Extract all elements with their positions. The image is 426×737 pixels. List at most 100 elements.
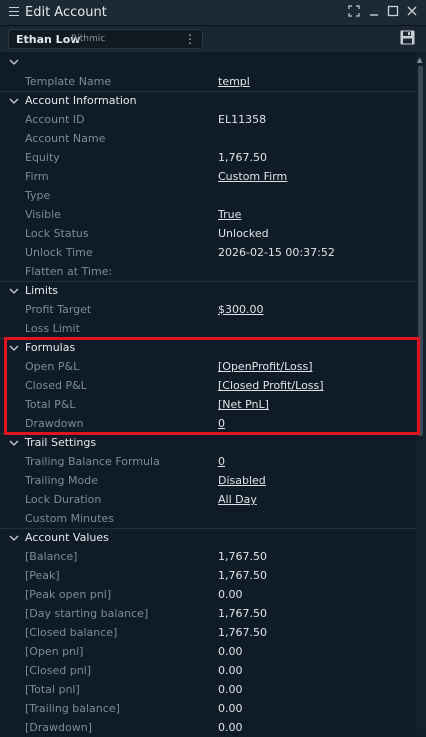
property-label: Loss Limit (25, 322, 80, 335)
property-label: Trailing Mode (25, 474, 98, 487)
property-row: [Open pnl] 0.00 (0, 642, 416, 661)
property-label: Type (25, 189, 51, 202)
property-value: EL11358 (218, 113, 267, 126)
chevron-down-icon[interactable] (8, 96, 20, 106)
property-row: Closed P&L [Closed Profit/Loss] (0, 376, 416, 395)
property-row: Drawdown 0 (0, 414, 416, 433)
property-value: 1,767.50 (218, 550, 267, 563)
property-value-link[interactable]: Disabled (218, 474, 266, 487)
property-row: [Peak open pnl] 0.00 (0, 585, 416, 604)
property-row: Unlock Time 2026-02-15 00:37:52 (0, 243, 416, 262)
property-row: Equity 1,767.50 (0, 148, 416, 167)
property-value-link[interactable]: templ (218, 75, 250, 88)
property-label: Trailing Balance Formula (25, 455, 160, 468)
property-row: [Closed balance] 1,767.50 (0, 623, 416, 642)
section-title: Trail Settings (25, 436, 97, 449)
property-label: [Total pnl] (25, 683, 80, 696)
property-label: [Peak open pnl] (25, 588, 112, 601)
section-title: Formulas (25, 341, 76, 354)
property-value-link[interactable]: True (218, 208, 241, 221)
property-label: Account ID (25, 113, 85, 126)
property-row: [Day starting balance] 1,767.50 (0, 604, 416, 623)
property-label: Open P&L (25, 360, 80, 373)
property-label: [Peak] (25, 569, 60, 582)
property-value-link[interactable]: Custom Firm (218, 170, 287, 183)
property-label: Equity (25, 151, 60, 164)
property-value: 1,767.50 (218, 569, 267, 582)
property-row: [Balance] 1,767.50 (0, 547, 416, 566)
property-value-link[interactable]: All Day (218, 493, 257, 506)
scrollbar-thumb[interactable] (418, 66, 423, 436)
property-label: [Open pnl] (25, 645, 84, 658)
minimize-icon[interactable] (367, 5, 381, 19)
save-icon[interactable] (400, 30, 415, 45)
chevron-down-icon[interactable] (8, 286, 20, 296)
property-value: 0.00 (218, 683, 243, 696)
property-value-link[interactable]: [Net PnL] (218, 398, 269, 411)
account-selector[interactable]: Ethan Low Rithmic ⋮ (8, 29, 203, 49)
property-row: Trailing Mode Disabled (0, 471, 416, 490)
close-icon[interactable] (405, 5, 419, 19)
property-label: Firm (25, 170, 49, 183)
property-label: [Balance] (25, 550, 78, 563)
property-label: [Trailing balance] (25, 702, 120, 715)
property-row: [Trailing balance] 0.00 (0, 699, 416, 718)
property-label: Unlock Time (25, 246, 93, 259)
property-value: 2026-02-15 00:37:52 (218, 246, 335, 259)
section-trail-settings-header[interactable]: Trail Settings (0, 433, 416, 452)
section-account-values-header[interactable]: Account Values (0, 528, 416, 547)
section-formulas-header[interactable]: Formulas (0, 338, 416, 357)
property-value: 0.00 (218, 588, 243, 601)
scroll-up-icon[interactable]: ▲ (417, 56, 422, 64)
hamburger-menu-icon[interactable] (9, 7, 19, 19)
property-row: Profit Target $300.00 (0, 300, 416, 319)
property-label: [Closed balance] (25, 626, 118, 639)
section-header-top[interactable] (0, 53, 416, 72)
property-value: 0.00 (218, 664, 243, 677)
property-label: Total P&L (25, 398, 76, 411)
section-title: Account Values (25, 531, 109, 544)
section-limits-header[interactable]: Limits (0, 281, 416, 300)
property-value: 1,767.50 (218, 607, 267, 620)
property-label: [Closed pnl] (25, 664, 92, 677)
property-row: Lock Status Unlocked (0, 224, 416, 243)
property-label: Lock Status (25, 227, 89, 240)
property-row: [Drawdown] 0.00 (0, 718, 416, 737)
property-row: Account ID EL11358 (0, 110, 416, 129)
property-row: Account Name (0, 129, 416, 148)
restore-icon[interactable] (386, 5, 400, 19)
property-label: Custom Minutes (25, 512, 114, 525)
account-toolbar: Ethan Low Rithmic ⋮ (0, 26, 426, 52)
section-account-information-header[interactable]: Account Information (0, 91, 416, 110)
property-value: 0.00 (218, 721, 243, 734)
property-value-link[interactable]: [Closed Profit/Loss] (218, 379, 324, 392)
chevron-down-icon[interactable] (8, 343, 20, 353)
section-title: Account Information (25, 94, 137, 107)
property-row: Lock Duration All Day (0, 490, 416, 509)
property-label: Lock Duration (25, 493, 102, 506)
property-value: Unlocked (218, 227, 269, 240)
chevron-down-icon[interactable] (8, 438, 20, 448)
property-label: Closed P&L (25, 379, 87, 392)
title-bar: Edit Account (0, 0, 426, 26)
property-row: [Total pnl] 0.00 (0, 680, 416, 699)
more-options-icon[interactable]: ⋮ (184, 32, 196, 46)
property-label: Profit Target (25, 303, 92, 316)
property-row: Flatten at Time: (0, 262, 416, 281)
property-row: Custom Minutes (0, 509, 416, 528)
property-value-link[interactable]: [OpenProfit/Loss] (218, 360, 313, 373)
property-label: Visible (25, 208, 61, 221)
property-row: Visible True (0, 205, 416, 224)
property-value-link[interactable]: 0 (218, 417, 225, 430)
maximize-icon[interactable] (347, 5, 361, 19)
property-row: Type (0, 186, 416, 205)
property-value-link[interactable]: $300.00 (218, 303, 264, 316)
property-label: Account Name (25, 132, 106, 145)
window-title: Edit Account (25, 5, 107, 20)
chevron-down-icon[interactable] (8, 57, 20, 67)
property-value: 0.00 (218, 702, 243, 715)
chevron-down-icon[interactable] (8, 533, 20, 543)
property-value-link[interactable]: 0 (218, 455, 225, 468)
property-row: Firm Custom Firm (0, 167, 416, 186)
property-row: Template Name templ (0, 72, 416, 91)
